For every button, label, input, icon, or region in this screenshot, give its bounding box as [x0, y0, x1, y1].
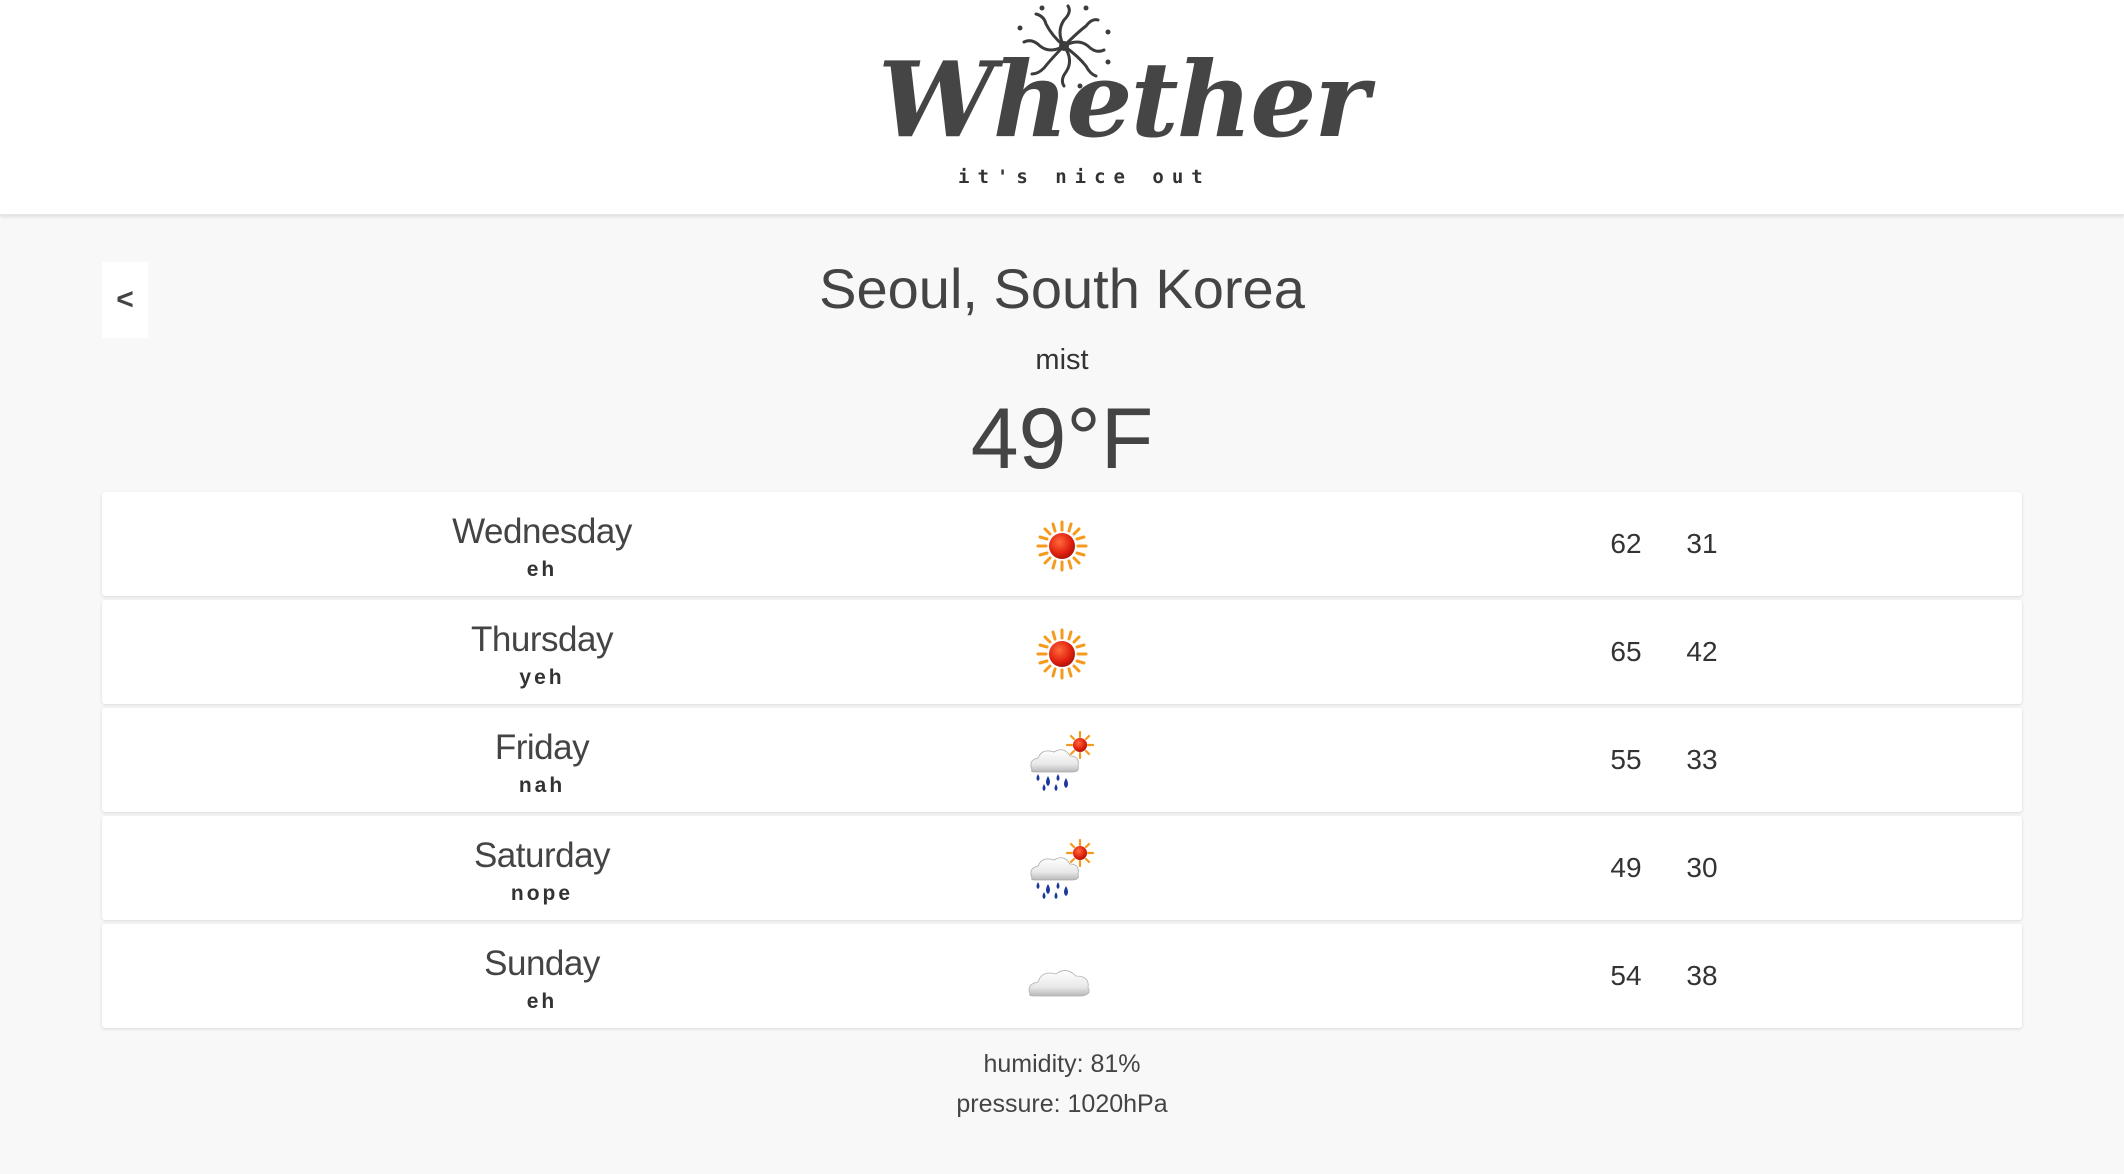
forecast-low: 33	[1686, 744, 1718, 775]
forecast-low: 31	[1686, 528, 1718, 559]
forecast-low: 38	[1686, 960, 1718, 991]
rain-sun-icon	[1029, 838, 1095, 901]
forecast-verdict: nope	[510, 882, 574, 905]
forecast-high: 62	[1610, 528, 1642, 559]
forecast-verdict: nah	[518, 774, 566, 797]
site-header: Whether it's nice out	[0, 0, 2124, 215]
cloud-icon	[1028, 970, 1090, 997]
forecast-day: Saturday	[473, 836, 611, 875]
humidity-readout: humidity: 81%	[983, 1050, 1141, 1078]
forecast-row[interactable]: Wednesday eh 62 31	[102, 492, 2022, 596]
sun-icon	[1036, 628, 1088, 680]
city-title: Seoul, South Korea	[819, 257, 1305, 320]
forecast-day: Sunday	[484, 944, 600, 983]
forecast-high: 65	[1610, 636, 1642, 667]
current-temperature: 49°F	[970, 391, 1154, 487]
logo-wordmark: Whether	[878, 38, 1369, 161]
forecast-day: Wednesday	[452, 512, 632, 551]
sun-icon	[1036, 520, 1088, 572]
forecast-verdict: eh	[526, 558, 558, 581]
forecast-row[interactable]: Friday nah 55 33	[102, 708, 2022, 812]
rain-sun-icon	[1029, 730, 1095, 793]
logo-tagline: it's nice out	[958, 166, 1211, 188]
forecast-verdict: eh	[526, 990, 558, 1013]
forecast-list: Wednesday eh 62 31 Thursday yeh 65 42 Fr…	[102, 492, 2022, 1032]
forecast-high: 55	[1610, 744, 1642, 775]
forecast-row[interactable]: Sunday eh 54 38	[102, 924, 2022, 1028]
whether-logo[interactable]: Whether it's nice out	[870, 0, 1369, 200]
forecast-day: Friday	[494, 728, 590, 767]
pressure-readout: pressure: 1020hPa	[956, 1090, 1168, 1118]
current-condition: mist	[1035, 344, 1089, 376]
forecast-row[interactable]: Saturday nope 49 30	[102, 816, 2022, 920]
forecast-high: 54	[1610, 960, 1642, 991]
forecast-day: Thursday	[471, 620, 613, 659]
forecast-verdict: yeh	[519, 666, 565, 689]
forecast-row[interactable]: Thursday yeh 65 42	[102, 600, 2022, 704]
forecast-low: 30	[1686, 852, 1718, 883]
forecast-low: 42	[1686, 636, 1718, 667]
forecast-high: 49	[1610, 852, 1642, 883]
